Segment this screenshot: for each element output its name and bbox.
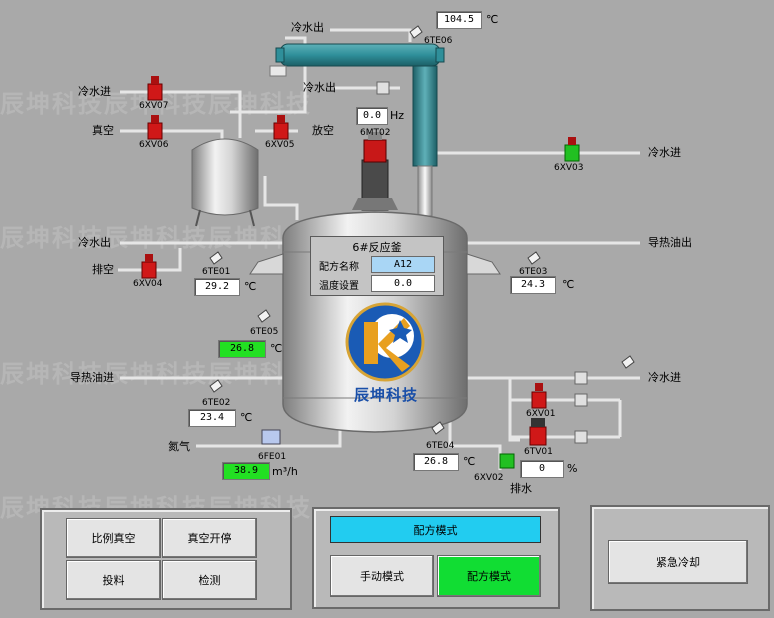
te06-value: 104.5 [436, 11, 482, 29]
tag-6xv01: 6XV01 [526, 409, 556, 419]
mt02-value: 0.0 [356, 107, 388, 125]
reactor-info-panel: 6#反应釜 配方名称 A12 温度设置 0.0 [310, 236, 444, 296]
cold-water-out-mid-label: 冷水出 [303, 81, 336, 94]
temp-setting-label: 温度设置 [319, 281, 359, 292]
detect-button[interactable]: 检测 [162, 560, 257, 600]
te05-unit: ℃ [270, 342, 283, 355]
vacuum-label: 真空 [92, 124, 114, 137]
scada-screen: 辰坤科技辰坤科技辰坤科技 辰坤科技辰坤科技辰坤科技 辰坤科技辰坤科技辰坤科技 辰… [0, 0, 774, 618]
tag-6te01: 6TE01 [202, 267, 231, 277]
fe01-unit: m³/h [272, 465, 298, 478]
nitrogen-label: 氮气 [168, 440, 190, 453]
te06-unit: ℃ [486, 13, 499, 26]
tag-6fe01: 6FE01 [258, 452, 287, 462]
tag-6xv05: 6XV05 [265, 140, 295, 150]
cold-water-out-left-label: 冷水出 [78, 236, 111, 249]
reactor-brand-text: 辰坤科技 [353, 386, 418, 404]
tag-6xv04: 6XV04 [133, 279, 163, 289]
heat-oil-out-label: 导热油出 [648, 236, 692, 249]
cold-water-in-left-label: 冷水进 [78, 85, 111, 98]
drain-water-label: 排水 [510, 482, 532, 495]
temp-setting-value[interactable]: 0.0 [371, 275, 435, 292]
ratio-vacuum-button[interactable]: 比例真空 [66, 518, 161, 558]
fe01-value: 38.9 [222, 462, 270, 480]
tag-6xv02: 6XV02 [474, 473, 504, 483]
te03-value: 24.3 [510, 276, 556, 294]
cold-water-in-right-label: 冷水进 [648, 146, 681, 159]
tag-6mt02: 6MT02 [360, 128, 391, 138]
current-mode-display: 配方模式 [330, 516, 541, 543]
vent-label: 放空 [312, 124, 334, 137]
tag-6xv07: 6XV07 [139, 101, 169, 111]
tag-6xv06: 6XV06 [139, 140, 169, 150]
tag-6te06: 6TE06 [424, 36, 453, 46]
drain-left-label: 排空 [92, 263, 114, 276]
reactor-title: 6#反应釜 [352, 241, 402, 254]
te05-value: 26.8 [218, 340, 266, 358]
te03-unit: ℃ [562, 278, 575, 291]
te01-value: 29.2 [194, 278, 240, 296]
vacuum-toggle-button[interactable]: 真空开停 [162, 518, 257, 558]
te02-value: 23.4 [188, 409, 236, 427]
te02-unit: ℃ [240, 411, 253, 424]
feed-button[interactable]: 投料 [66, 560, 161, 600]
heat-oil-in-label: 导热油进 [70, 371, 114, 384]
company-logo [345, 302, 425, 382]
tag-6te05: 6TE05 [250, 327, 279, 337]
recipe-name-value: A12 [371, 256, 435, 273]
cold-water-out-top-label: 冷水出 [291, 21, 324, 34]
manual-mode-button[interactable]: 手动模式 [330, 555, 434, 597]
recipe-mode-button[interactable]: 配方模式 [437, 555, 541, 597]
te04-value: 26.8 [413, 453, 459, 471]
cold-water-in-bottom-label: 冷水进 [648, 371, 681, 384]
tag-6te04: 6TE04 [426, 441, 455, 451]
tv01-unit: % [567, 462, 578, 475]
tag-6te02: 6TE02 [202, 398, 231, 408]
tag-6tv01: 6TV01 [524, 447, 553, 457]
te04-unit: ℃ [463, 455, 476, 468]
emergency-cool-button[interactable]: 紧急冷却 [608, 540, 748, 584]
tv01-value: 0 [520, 460, 564, 478]
tag-6xv03: 6XV03 [554, 163, 584, 173]
feed-tank [191, 138, 259, 227]
te01-unit: ℃ [244, 280, 257, 293]
mt02-unit: Hz [390, 109, 405, 122]
recipe-name-label: 配方名称 [319, 262, 359, 273]
